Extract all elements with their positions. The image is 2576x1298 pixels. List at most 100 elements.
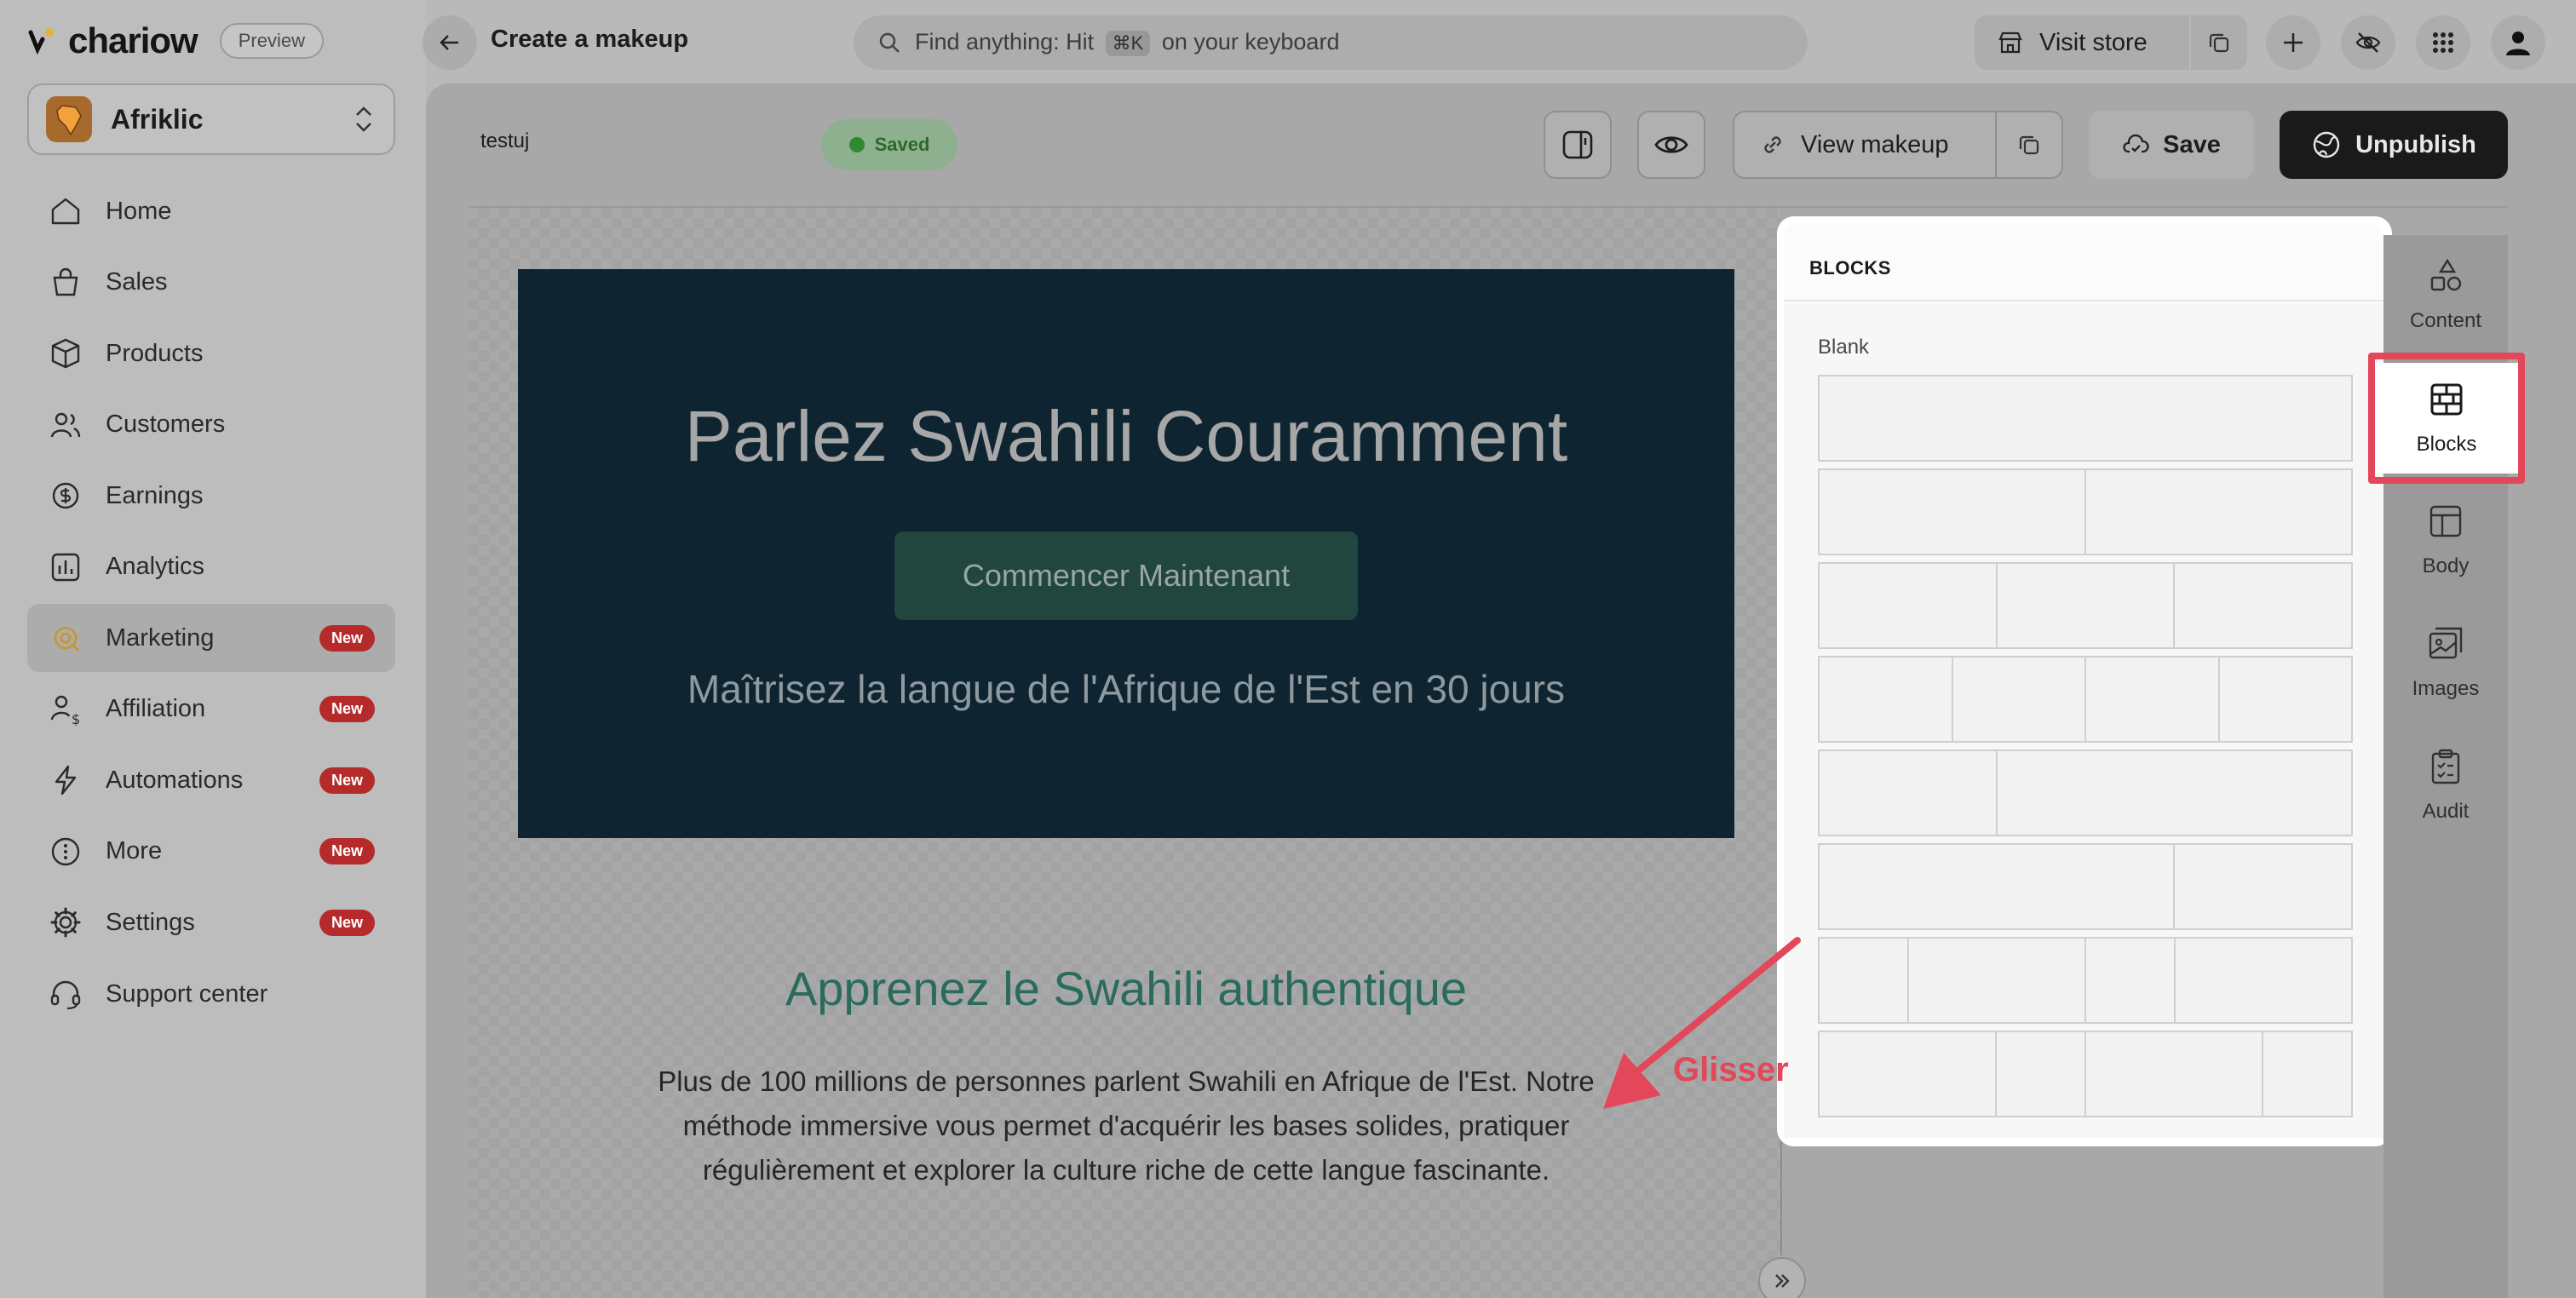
hero-subtitle[interactable]: Maîtrisez la langue de l'Afrique de l'Es… <box>518 666 1734 712</box>
search-placeholder: Find anything: Hit ⌘K on your keyboard <box>915 29 1340 56</box>
block-layout-column <box>1820 751 1998 835</box>
rail-tab-label: Images <box>2412 676 2480 700</box>
block-layout-column <box>2176 939 2351 1022</box>
users-icon <box>48 407 83 443</box>
new-badge: New <box>319 767 375 794</box>
block-layout-column <box>2263 1032 2351 1116</box>
chart-icon <box>48 549 83 585</box>
block-layout-column <box>1909 939 2086 1022</box>
block-layout-column <box>1820 845 2175 928</box>
sidebar-nav: Home Sales Products Customers Earnings Analyt… <box>27 177 395 1031</box>
bolt-icon <box>48 762 83 798</box>
page-title: Create a makeup <box>491 26 689 53</box>
home-icon <box>48 193 83 229</box>
sidebar-item-marketing[interactable]: Marketing New <box>27 604 395 672</box>
drag-arrow-annotation <box>1603 937 1801 1109</box>
highlight-annotation-box <box>2368 353 2525 484</box>
sidebar-item-more[interactable]: More New <box>27 818 395 886</box>
block-layout-column <box>1998 751 2351 835</box>
block-layout-column <box>2086 1032 2263 1116</box>
block-layout-column <box>2086 658 2220 741</box>
sidebar-item-analytics[interactable]: Analytics <box>27 533 395 601</box>
status-dot <box>848 137 865 152</box>
block-layout-8[interactable] <box>1818 1031 2353 1117</box>
copy-icon <box>2019 135 2039 155</box>
rail-tab-images[interactable]: Images <box>2383 612 2508 714</box>
block-layout-1[interactable] <box>1818 375 2353 462</box>
save-status-badge: Saved <box>821 119 957 170</box>
add-button[interactable] <box>2266 15 2320 70</box>
search-bar[interactable]: Find anything: Hit ⌘K on your keyboard <box>854 15 1808 70</box>
block-layout-column <box>1820 376 2351 460</box>
sidebar-item-automations[interactable]: Automations New <box>27 746 395 814</box>
section-body[interactable]: Plus de 100 millions de personnes parlen… <box>647 1060 1605 1192</box>
block-layout-column <box>2086 470 2351 554</box>
layout-icon <box>2427 503 2464 546</box>
store-name: Afriklic <box>111 103 204 135</box>
view-makeup-button[interactable]: View makeup <box>1733 111 1997 179</box>
section-title[interactable]: Apprenez le Swahili authentique <box>518 961 1734 1016</box>
preview-button[interactable] <box>1637 111 1705 179</box>
block-layout-column <box>1820 939 1909 1022</box>
rail-tab-audit[interactable]: Audit <box>2383 734 2508 836</box>
sidebar-item-label: Home <box>106 197 172 225</box>
user-avatar-button[interactable] <box>2491 15 2545 70</box>
visit-store-button[interactable]: Visit store <box>1975 15 2189 70</box>
search-icon <box>879 32 900 53</box>
chariow-logo-icon <box>26 24 60 58</box>
sidebar-item-sales[interactable]: Sales <box>27 249 395 317</box>
hero-cta-button[interactable]: Commencer Maintenant <box>894 531 1358 620</box>
bag-icon <box>48 265 83 301</box>
sidebar-item-settings[interactable]: Settings New <box>27 888 395 956</box>
sidebar-item-label: Analytics <box>106 553 205 580</box>
copy-makeup-link-button[interactable] <box>1995 111 2063 179</box>
marketing-icon <box>48 620 83 656</box>
user-icon <box>2506 32 2530 55</box>
sidebar-item-label: Earnings <box>106 481 204 509</box>
copy-store-link-button[interactable] <box>2191 15 2247 70</box>
block-layout-4[interactable] <box>1818 656 2353 743</box>
clipboard-icon <box>2427 748 2464 791</box>
eye-icon <box>1654 136 1688 153</box>
preview-badge: Preview <box>219 23 324 59</box>
rail-tab-label: Body <box>2422 554 2470 577</box>
store-switcher[interactable]: Afriklic <box>27 83 395 155</box>
store-logo <box>46 96 92 142</box>
sidebar-item-customers[interactable]: Customers <box>27 391 395 459</box>
new-badge: New <box>319 696 375 722</box>
rail-tab-body[interactable]: Body <box>2383 489 2508 591</box>
sidebar-item-affiliation[interactable]: $ Affiliation New <box>27 675 395 744</box>
apps-grid-button[interactable] <box>2416 15 2470 70</box>
block-layout-column <box>2175 564 2352 647</box>
block-layout-6[interactable] <box>1818 843 2353 930</box>
brand-logo[interactable]: chariow Preview <box>26 19 324 63</box>
back-button[interactable] <box>423 15 477 70</box>
hide-preview-button[interactable] <box>2341 15 2395 70</box>
headset-icon <box>48 976 83 1012</box>
grid-icon <box>2433 32 2453 53</box>
sidebar-item-home[interactable]: Home <box>27 177 395 245</box>
document-name[interactable]: testuj <box>480 129 529 153</box>
block-layout-7[interactable] <box>1818 937 2353 1024</box>
rail-tab-content[interactable]: Content <box>2383 244 2508 346</box>
hero-title[interactable]: Parlez Swahili Couramment <box>518 395 1734 478</box>
unpublish-button[interactable]: Unpublish <box>2280 111 2508 179</box>
block-layout-2[interactable] <box>1818 468 2353 555</box>
sidebar-item-support-center[interactable]: Support center <box>27 960 395 1028</box>
store-icon <box>1998 32 2022 54</box>
sidebar-item-products[interactable]: Products <box>27 319 395 388</box>
toggle-panel-button[interactable] <box>1544 111 1612 179</box>
sidebar-item-earnings[interactable]: Earnings <box>27 462 395 530</box>
expand-panel-button[interactable] <box>1758 1257 1806 1298</box>
block-layout-column <box>1952 658 2086 741</box>
save-cloud-icon <box>2123 134 2149 153</box>
blank-section-label: Blank <box>1818 336 1870 359</box>
block-layout-column <box>1820 470 2086 554</box>
sidebar-item-label: Sales <box>106 268 168 296</box>
chevrons-right-icon <box>1775 1274 1790 1288</box>
block-layout-3[interactable] <box>1818 562 2353 649</box>
shortcut-key: ⌘K <box>1105 31 1151 56</box>
block-layout-5[interactable] <box>1818 750 2353 836</box>
brand-name: chariow <box>68 20 198 60</box>
save-button[interactable]: Save <box>2089 111 2254 179</box>
